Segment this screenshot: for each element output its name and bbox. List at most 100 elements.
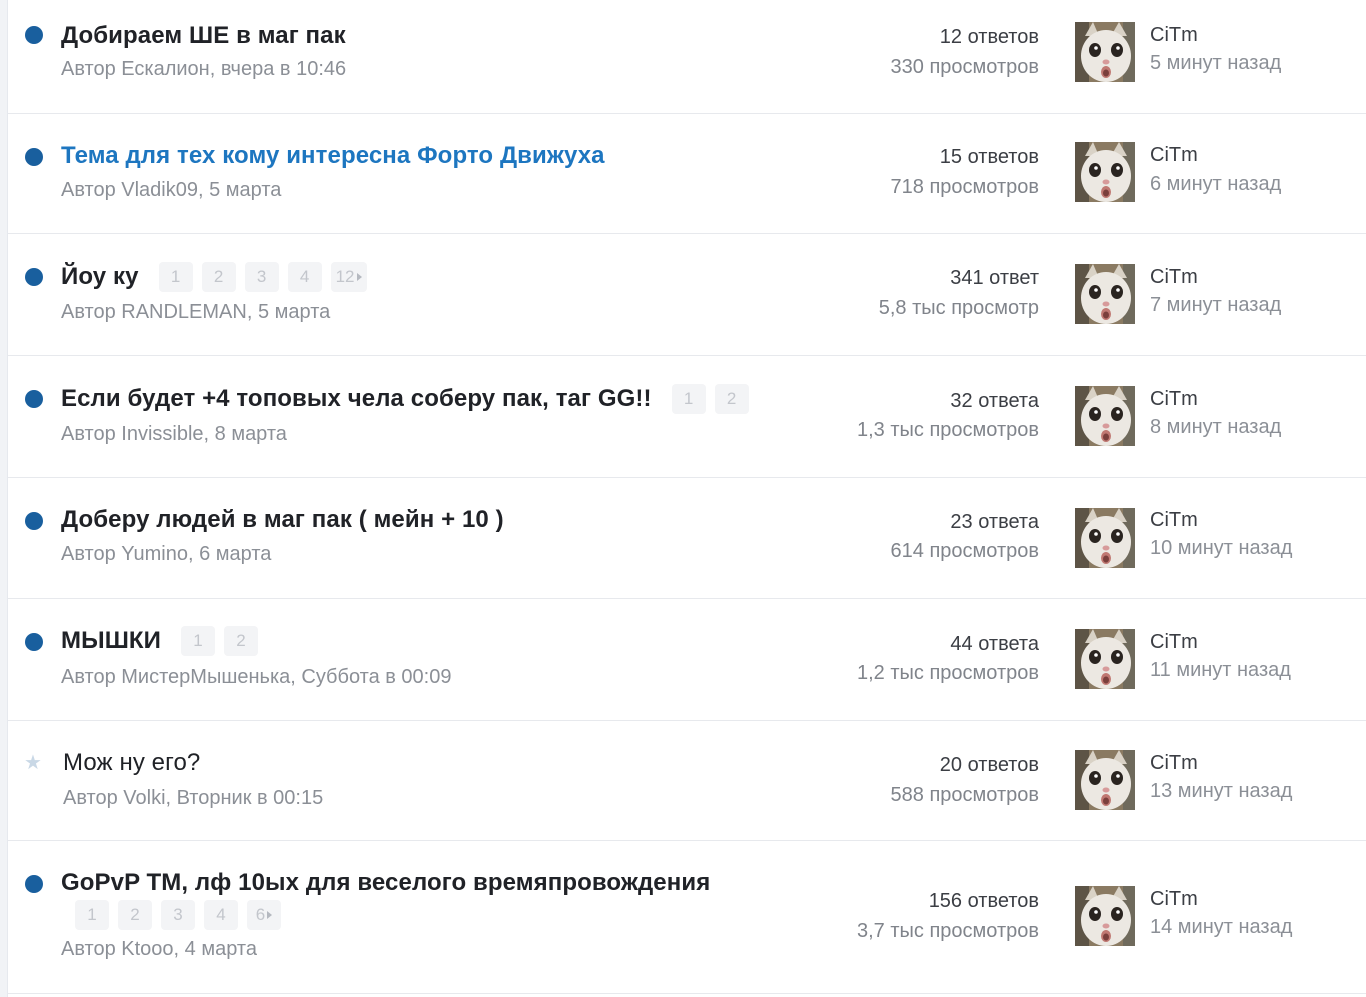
- unread-dot-icon: [25, 512, 43, 530]
- topic-pagination: 1 2: [671, 384, 749, 414]
- last-poster-name[interactable]: CiTm: [1150, 24, 1198, 47]
- reply-count: 12 ответов: [939, 26, 1039, 48]
- last-poster-name[interactable]: CiTm: [1150, 509, 1198, 532]
- caret-right-icon: [356, 273, 362, 281]
- last-poster-name[interactable]: CiTm: [1150, 888, 1198, 911]
- avatar[interactable]: [1075, 629, 1135, 689]
- cat-avatar-image: [1075, 142, 1135, 202]
- title-line: Если будет +4 топовых чела соберу пак, т…: [61, 383, 749, 415]
- topic-title-link[interactable]: Йоу ку: [61, 263, 139, 291]
- topic-author-line: Автор Ескалион, вчера в 10:46: [61, 58, 347, 80]
- page-link[interactable]: 1: [158, 262, 193, 292]
- topic-row: Доберу людей в маг пак ( мейн + 10 ) Авт…: [8, 478, 1366, 599]
- last-poster-name[interactable]: CiTm: [1150, 752, 1198, 775]
- topic-row: GoPvP TM, лф 10ых для веселого времяпров…: [8, 841, 1366, 994]
- title-line: Мож ну его?: [63, 747, 200, 779]
- reply-count: 44 ответа: [950, 633, 1039, 655]
- page-link[interactable]: 1: [75, 900, 109, 930]
- unread-dot-icon: [25, 26, 43, 44]
- view-count: 3,7 тыс просмотров: [857, 920, 1039, 942]
- topic-pagination: 1 2 3 4 12: [158, 262, 367, 292]
- avatar[interactable]: [1075, 886, 1135, 946]
- page-link[interactable]: 2: [224, 626, 259, 656]
- unread-dot-icon: [25, 875, 43, 893]
- topic-row: Добираем ШЕ в маг пак Автор Ескалион, вч…: [8, 0, 1366, 114]
- cat-avatar-image: [1075, 750, 1135, 810]
- topic-title-link[interactable]: Доберу людей в маг пак ( мейн + 10 ): [61, 506, 504, 534]
- topic-pagination: 1 2 3 4 6: [75, 900, 281, 930]
- view-count: 330 просмотров: [890, 56, 1039, 78]
- page-link[interactable]: 2: [201, 262, 236, 292]
- last-poster-name[interactable]: CiTm: [1150, 631, 1198, 654]
- page-number: 6: [255, 905, 266, 924]
- topic-title-link[interactable]: Тема для тех кому интересна Форто Движух…: [61, 142, 605, 170]
- last-page-link[interactable]: 12: [330, 262, 367, 292]
- reply-count: 32 ответа: [950, 390, 1039, 412]
- avatar[interactable]: [1075, 508, 1135, 568]
- last-poster-name[interactable]: CiTm: [1150, 388, 1198, 411]
- title-line: Добираем ШЕ в маг пак: [61, 20, 346, 52]
- last-post-time[interactable]: 14 минут назад: [1150, 916, 1292, 939]
- avatar[interactable]: [1075, 22, 1135, 82]
- topic-title-link[interactable]: МЫШКИ: [61, 627, 161, 655]
- caret-right-icon: [267, 911, 273, 919]
- avatar[interactable]: [1075, 264, 1135, 324]
- page-link[interactable]: 2: [118, 900, 152, 930]
- view-count: 1,2 тыс просмотров: [857, 662, 1039, 684]
- page-link[interactable]: 4: [287, 262, 322, 292]
- view-count: 1,3 тыс просмотров: [857, 419, 1039, 441]
- topic-title-link[interactable]: Добираем ШЕ в маг пак: [61, 22, 346, 50]
- left-edge: [0, 0, 8, 997]
- topic-author-line: Автор Volki, Вторник в 00:15: [63, 787, 324, 809]
- topic-author-line: Автор Invissible, 8 марта: [61, 423, 287, 445]
- topic-author-line: Автор Ktooo, 4 марта: [61, 938, 257, 960]
- view-count: 718 просмотров: [890, 176, 1039, 198]
- topic-row: Йоу ку 1 2 3 4 12 Автор RANDLEMAN, 5 мар…: [8, 234, 1366, 356]
- avatar[interactable]: [1075, 142, 1135, 202]
- last-post-time[interactable]: 13 минут назад: [1150, 780, 1292, 803]
- topic-title-link[interactable]: GoPvP TM, лф 10ых для веселого времяпров…: [61, 869, 710, 897]
- last-post-time[interactable]: 10 минут назад: [1150, 537, 1292, 560]
- last-page-link[interactable]: 6: [247, 900, 281, 930]
- page-link[interactable]: 2: [714, 384, 749, 414]
- title-line: GoPvP TM, лф 10ых для веселого времяпров…: [61, 867, 710, 899]
- topic-title-link[interactable]: Если будет +4 топовых чела соберу пак, т…: [61, 385, 652, 413]
- cat-avatar-image: [1075, 22, 1135, 82]
- reply-count: 156 ответов: [928, 890, 1039, 912]
- page-link[interactable]: 4: [204, 900, 238, 930]
- page-link[interactable]: 3: [244, 262, 279, 292]
- page-number: 12: [335, 267, 355, 286]
- reply-count: 20 ответов: [939, 754, 1039, 776]
- last-poster-name[interactable]: CiTm: [1150, 266, 1198, 289]
- title-line: Тема для тех кому интересна Форто Движух…: [61, 140, 605, 172]
- view-count: 588 просмотров: [890, 784, 1039, 806]
- last-post-time[interactable]: 7 минут назад: [1150, 294, 1281, 317]
- cat-avatar-image: [1075, 386, 1135, 446]
- avatar[interactable]: [1075, 386, 1135, 446]
- topic-title-link[interactable]: Мож ну его?: [63, 749, 200, 777]
- page-link[interactable]: 1: [671, 384, 706, 414]
- page-link[interactable]: 3: [161, 900, 195, 930]
- reply-count: 341 ответ: [950, 267, 1039, 289]
- last-post-time[interactable]: 6 минут назад: [1150, 173, 1281, 196]
- last-post-time[interactable]: 8 минут назад: [1150, 416, 1281, 439]
- last-post-time[interactable]: 5 минут назад: [1150, 52, 1281, 75]
- topic-list-page: Добираем ШЕ в маг пак Автор Ескалион, вч…: [0, 0, 1366, 997]
- reply-count: 15 ответов: [939, 146, 1039, 168]
- last-poster-name[interactable]: CiTm: [1150, 144, 1198, 167]
- avatar[interactable]: [1075, 750, 1135, 810]
- topic-row: ★ Мож ну его? Автор Volki, Вторник в 00:…: [8, 721, 1366, 841]
- topic-author-line: Автор Vladik09, 5 марта: [61, 179, 282, 201]
- cat-avatar-image: [1075, 264, 1135, 324]
- topic-author-line: Автор Yumino, 6 марта: [61, 543, 272, 565]
- topic-pagination: 1 2: [181, 626, 259, 656]
- cat-avatar-image: [1075, 886, 1135, 946]
- cat-avatar-image: [1075, 629, 1135, 689]
- unread-dot-icon: [25, 633, 43, 651]
- last-post-time[interactable]: 11 минут назад: [1150, 659, 1291, 682]
- star-icon: ★: [24, 752, 42, 774]
- unread-dot-icon: [25, 268, 43, 286]
- page-link[interactable]: 1: [181, 626, 216, 656]
- reply-count: 23 ответа: [950, 511, 1039, 533]
- view-count: 614 просмотров: [890, 540, 1039, 562]
